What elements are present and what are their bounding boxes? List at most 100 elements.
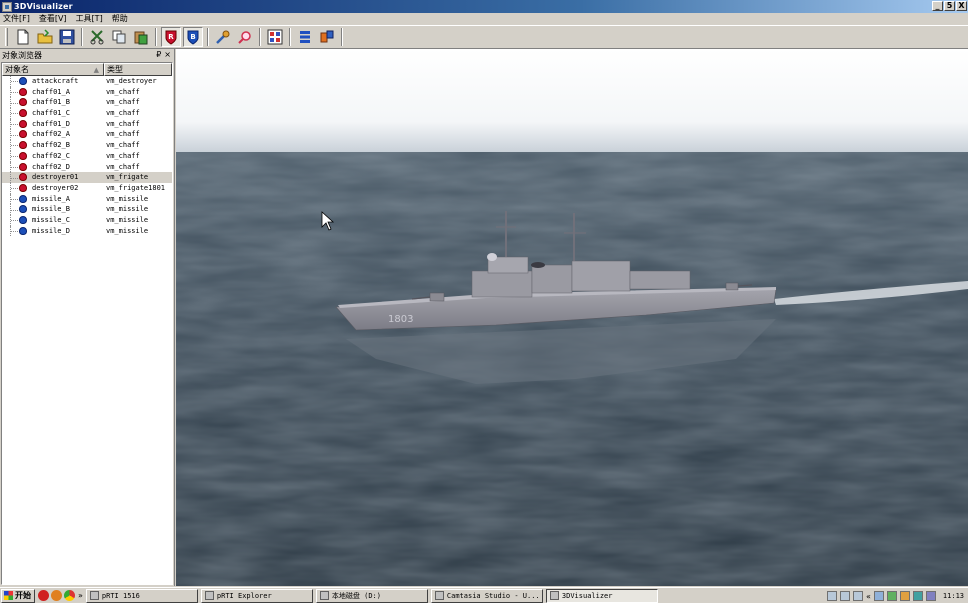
save-icon [59,29,75,45]
task-app-icon [89,591,99,600]
red-side-badge-icon [19,173,27,182]
wrench-icon [216,30,230,44]
taskbar-button[interactable]: 3DVisualizer [545,588,658,603]
object-name: chaff02_D [32,162,70,171]
close-button[interactable]: X [956,1,967,11]
list-item[interactable]: chaff01_C vm_chaff [2,108,172,119]
cut-button[interactable] [87,27,107,47]
restore-button[interactable]: 5 [944,1,955,11]
list-item[interactable]: attackcraft vm_destroyer [2,76,172,87]
toolbar-separator [289,28,291,46]
object-name: missile_C [32,215,70,224]
task-label: pRTI 1516 [101,591,140,600]
paste-icon [134,31,148,45]
menu-view[interactable]: 查看[V] [39,13,67,24]
list-item[interactable]: missile_B vm_missile [2,204,172,215]
tree-connector [10,97,18,109]
object-type: vm_chaff [106,151,140,160]
tree-connector [10,118,18,130]
3d-viewport[interactable]: 1803 [176,49,968,586]
blue-side-badge-icon [19,205,27,214]
menu-bar: 文件[F] 查看[V] 工具[T] 帮助 [0,13,968,24]
new-file-icon [17,29,29,45]
hull-number: 1803 [388,314,413,325]
list-item[interactable]: chaff01_D vm_chaff [2,118,172,130]
taskbar-button[interactable]: Camtasia Studio - U... [430,588,543,603]
network-icon[interactable] [873,591,884,601]
list-item[interactable]: chaff02_D vm_chaff [2,161,172,173]
blue-side-badge-icon [19,226,27,235]
tools-button[interactable] [213,27,233,47]
list-item[interactable]: chaff01_B vm_chaff [2,97,172,109]
tree-connector [10,182,18,194]
save-button[interactable] [57,27,77,47]
layout-button[interactable] [265,27,285,47]
tree-connector [10,86,18,98]
copy-button[interactable] [109,27,129,47]
list-item[interactable]: destroyer01 vm_frigate [2,172,172,183]
menu-help[interactable]: 帮助 [112,13,128,24]
windows-flag-icon [4,591,13,600]
app-window: 3DVisualizer _ 5 X 文件[F] 查看[V] 工具[T] 帮助 [0,0,968,603]
red-side-badge-icon [19,98,27,107]
list-item[interactable]: missile_A vm_missile [2,193,172,205]
object-browser-panel: 对象浏览器 ₽ × 对象名 ▲ 类型 attackcraft vm_destroy… [0,49,175,586]
volume-icon[interactable] [853,591,864,601]
red-side-badge-icon [19,109,27,118]
pin-icon[interactable]: ₽ [156,50,161,59]
new-file-button[interactable] [13,27,33,47]
object-name: chaff02_A [32,130,70,139]
minimize-button[interactable]: _ [932,1,943,11]
object-list[interactable]: 对象名 ▲ 类型 attackcraft vm_destroyer chaff01_… [1,62,173,585]
column-header-type[interactable]: 类型 [104,63,172,76]
panel-close-icon[interactable]: × [164,50,171,59]
red-side-badge-icon [19,183,27,192]
display-icon[interactable] [925,591,936,601]
taskbar: 开始 » pRTI 1516 pRTI Explorer 本地磁盘 (D:) Camt… [0,587,968,603]
list-item[interactable]: destroyer02 vm_frigate1801 [2,182,172,194]
list-item[interactable]: chaff02_C vm_chaff [2,150,172,162]
sky [176,49,968,153]
blue-side-button[interactable]: B [183,27,203,47]
taskbar-button[interactable]: pRTI 1516 [85,588,198,603]
red-side-button[interactable]: R [161,27,181,47]
find-button[interactable] [235,27,255,47]
taskbar-button[interactable]: pRTI Explorer [200,588,313,603]
help-icon[interactable] [840,591,851,601]
list-item[interactable]: missile_C vm_missile [2,214,172,226]
security-icon[interactable] [886,591,897,601]
column-header-name[interactable]: 对象名 ▲ [2,63,104,76]
layers-button[interactable] [295,27,315,47]
tray-chevron[interactable]: « [866,592,871,601]
list-item[interactable]: chaff02_A vm_chaff [2,129,172,141]
quick-launch-chrome-icon[interactable] [64,590,75,601]
quick-launch-red-icon[interactable] [38,590,49,601]
object-name: chaff01_B [32,98,70,107]
keyboard-icon[interactable] [827,591,838,601]
paste-button[interactable] [131,27,151,47]
list-item[interactable]: chaff01_A vm_chaff [2,86,172,98]
list-item[interactable]: chaff02_B vm_chaff [2,140,172,151]
task-buttons: pRTI 1516 pRTI Explorer 本地磁盘 (D:) Camtasia … [85,588,661,603]
plugin-button[interactable] [317,27,337,47]
object-type: vm_frigate1801 [106,183,166,192]
object-type: vm_chaff [106,162,140,171]
title-bar[interactable]: 3DVisualizer _ 5 X [0,0,968,13]
object-name: destroyer02 [32,183,79,192]
quick-launch-chevron[interactable]: » [78,591,83,600]
toolbar-separator [341,28,343,46]
scene-canvas[interactable]: 1803 [176,49,968,586]
list-item[interactable]: missile_D vm_missile [2,225,172,237]
menu-file[interactable]: 文件[F] [3,13,30,24]
menu-tools[interactable]: 工具[T] [76,13,103,24]
update-icon[interactable] [899,591,910,601]
clock[interactable]: 11:13 [943,592,964,600]
quick-launch-orange-icon[interactable] [51,590,62,601]
sync-icon[interactable] [912,591,923,601]
object-type: vm_missile [106,205,149,214]
open-button[interactable] [35,27,55,47]
toolbar-grip[interactable] [5,28,8,46]
taskbar-button[interactable]: 本地磁盘 (D:) [315,588,428,603]
start-button[interactable]: 开始 [1,588,35,603]
task-app-icon [204,591,214,600]
